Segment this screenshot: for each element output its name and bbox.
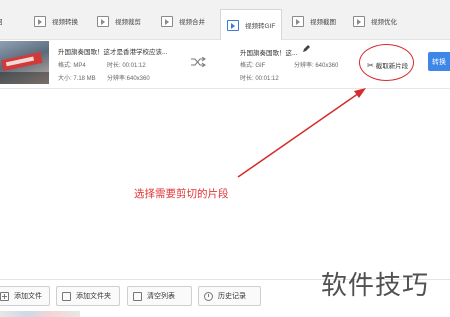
highlight-circle [359, 44, 414, 81]
tab-label: 视频截图 [310, 19, 336, 26]
tab-video-merge[interactable]: 视频合并 [161, 12, 205, 30]
watermark-text: 软件技巧 [321, 271, 430, 301]
add-file-button[interactable]: 添加文件 [0, 286, 50, 306]
source-format: 格式: MP4 [58, 63, 86, 69]
tab-video-crop[interactable]: 视频裁剪 [97, 12, 141, 30]
video-icon [97, 15, 109, 27]
history-button[interactable]: 历史记录 [198, 286, 261, 306]
clear-list-button[interactable]: 清空列表 [127, 286, 192, 306]
source-size: 大小: 7.18 MB [58, 76, 96, 82]
video-icon [353, 15, 365, 27]
tab-video-screenshot[interactable]: 视频截图 [292, 12, 336, 30]
plus-icon [0, 291, 9, 301]
source-title: 升国旗奏国歌！这才是香港学校应该... [58, 49, 168, 56]
tab-label: 回 [0, 16, 3, 26]
tab-label: 视频转GIF [245, 23, 276, 30]
source-duration: 时长: 00:01:12 [107, 63, 146, 69]
source-resolution: 分辨率:640x360 [107, 76, 150, 82]
video-icon [292, 15, 304, 27]
tab-video-convert[interactable]: 视频转换 [34, 12, 78, 30]
output-title: 升国旗奏国歌！这... [240, 50, 298, 57]
convert-button[interactable]: 转换 [428, 52, 450, 71]
clear-icon [133, 291, 142, 301]
status-strip [0, 311, 80, 317]
annotation-text: 选择需要剪切的片段 [134, 188, 229, 200]
add-folder-label: 添加文件夹 [76, 293, 111, 300]
video-icon [227, 19, 239, 31]
top-tab-bar: 回 视频转换 视频裁剪 视频合并 视频转GIF 视频截图 视频优化 [0, 0, 450, 40]
tab-video-optimize[interactable]: 视频优化 [353, 12, 397, 30]
clock-icon [204, 291, 213, 301]
add-file-label: 添加文件 [14, 293, 42, 300]
video-thumbnail[interactable] [0, 41, 49, 84]
output-format: 格式: GIF [240, 63, 266, 69]
convert-label: 转换 [432, 58, 446, 66]
tab-video-to-gif[interactable]: 视频转GIF [220, 9, 283, 40]
shuffle-icon [191, 57, 206, 67]
edit-icon[interactable] [302, 44, 311, 53]
folder-icon [62, 291, 71, 301]
clear-list-label: 清空列表 [147, 293, 175, 300]
tab-label: 视频转换 [52, 19, 78, 26]
tab-partial[interactable]: 回 [0, 12, 3, 30]
add-folder-button[interactable]: 添加文件夹 [56, 286, 120, 306]
tab-label: 视频合并 [179, 19, 205, 26]
thumbnail-banner [1, 51, 43, 72]
video-icon [34, 15, 46, 27]
output-duration: 时长: 00:01:12 [240, 76, 279, 82]
tab-label: 视频裁剪 [115, 19, 141, 26]
history-label: 历史记录 [218, 293, 246, 300]
thumbnail-shade [0, 72, 49, 84]
output-resolution: 分辨率: 640x360 [294, 63, 339, 69]
tab-label: 视频优化 [371, 19, 397, 26]
video-icon [161, 15, 173, 27]
